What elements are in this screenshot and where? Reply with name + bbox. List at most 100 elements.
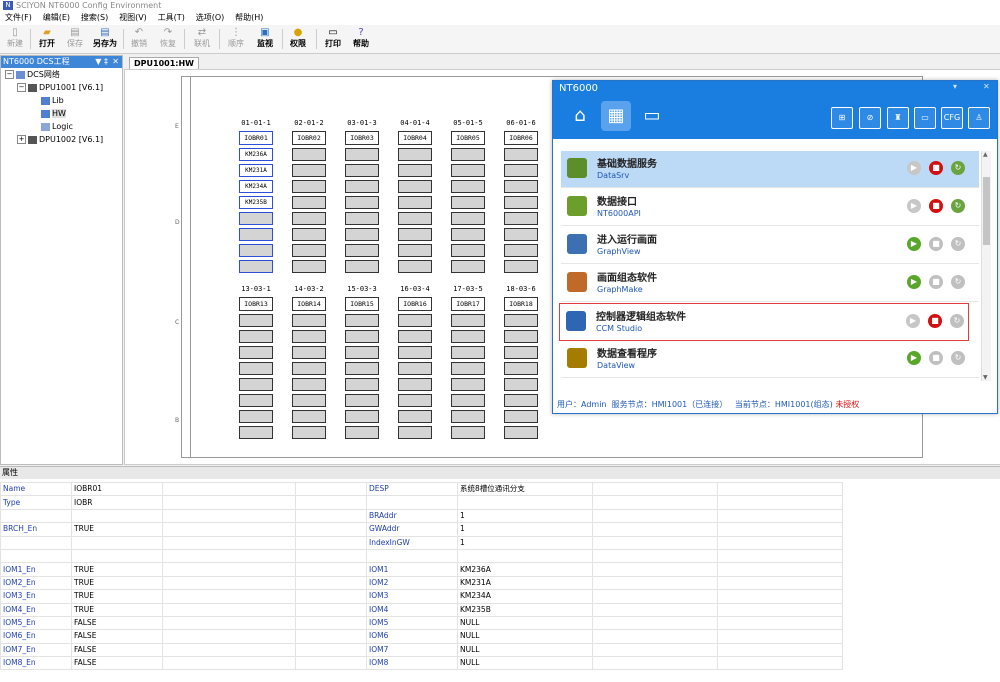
io-slot[interactable] bbox=[345, 330, 379, 343]
property-value[interactable]: TRUE bbox=[71, 522, 163, 537]
service-item[interactable]: 进入运行画面 GraphView ▶ ■ ↻ bbox=[561, 227, 979, 264]
property-row[interactable]: IndexInGW 1 bbox=[0, 535, 843, 550]
property-row[interactable]: IOM3_En TRUE IOM3 KM234A bbox=[0, 589, 843, 604]
io-slot[interactable] bbox=[451, 346, 485, 359]
io-slot[interactable] bbox=[345, 260, 379, 273]
property-row[interactable]: Type IOBR bbox=[0, 495, 843, 510]
stop-icon[interactable]: ■ bbox=[929, 161, 943, 175]
io-slot[interactable] bbox=[345, 228, 379, 241]
io-slot[interactable] bbox=[292, 180, 326, 193]
io-slot[interactable] bbox=[398, 244, 432, 257]
rack-head-module[interactable]: IOBR02 bbox=[292, 131, 326, 145]
property-value[interactable]: KM234A bbox=[457, 589, 593, 604]
stop-icon[interactable]: ■ bbox=[928, 314, 942, 328]
property-row[interactable]: BRCH_En TRUE GWAddr 1 bbox=[0, 522, 843, 537]
undo-button[interactable]: ↶ 撤销 bbox=[126, 27, 152, 51]
io-slot[interactable] bbox=[292, 148, 326, 161]
menu-help[interactable]: 帮助(H) bbox=[230, 11, 266, 25]
property-value[interactable]: 系统8槽位通讯分支 bbox=[457, 481, 593, 497]
property-value[interactable]: FALSE bbox=[71, 642, 163, 658]
io-slot[interactable] bbox=[292, 164, 326, 177]
sequence-button[interactable]: ⋮ 顺序 bbox=[223, 27, 249, 51]
service-item[interactable]: 基础数据服务 DataSrv ▶ ■ ↻ bbox=[561, 151, 979, 188]
menu-tools[interactable]: 工具(T) bbox=[153, 11, 188, 25]
minimize-icon[interactable]: ▾ bbox=[953, 82, 957, 91]
io-slot[interactable] bbox=[239, 244, 273, 257]
io-slot[interactable] bbox=[292, 196, 326, 209]
io-slot[interactable] bbox=[345, 180, 379, 193]
io-slot[interactable] bbox=[292, 394, 326, 407]
monitor-button[interactable]: ▣ 监视 bbox=[252, 27, 278, 51]
service-item[interactable]: 数据接口 NT6000API ▶ ■ ↻ bbox=[561, 189, 979, 226]
property-value[interactable]: TRUE bbox=[71, 589, 163, 604]
property-row[interactable]: IOM8_En FALSE IOM8 NULL bbox=[0, 656, 843, 671]
io-slot[interactable] bbox=[345, 314, 379, 327]
io-slot[interactable] bbox=[239, 212, 273, 225]
mute-icon[interactable]: ⊘ bbox=[859, 107, 881, 129]
service-item[interactable]: 控制器逻辑组态软件 CCM Studio ▶ ■ ↻ bbox=[559, 303, 969, 341]
tree-node-lib[interactable]: Lib bbox=[41, 95, 64, 107]
property-value[interactable]: 1 bbox=[457, 522, 593, 537]
io-slot[interactable] bbox=[398, 378, 432, 391]
permission-button[interactable]: ● 权限 bbox=[285, 27, 311, 51]
io-slot[interactable] bbox=[451, 426, 485, 439]
io-slot[interactable] bbox=[504, 260, 538, 273]
save-as-button[interactable]: ▤ 另存为 bbox=[92, 27, 118, 51]
home-icon[interactable]: ⌂ bbox=[565, 101, 595, 131]
menu-edit[interactable]: 编辑(E) bbox=[38, 11, 73, 25]
start-icon[interactable]: ▶ bbox=[907, 237, 921, 251]
menu-file[interactable]: 文件(F) bbox=[0, 11, 35, 25]
io-slot[interactable] bbox=[239, 260, 273, 273]
io-slot[interactable] bbox=[239, 346, 273, 359]
io-slot[interactable] bbox=[504, 426, 538, 439]
io-slot[interactable] bbox=[504, 394, 538, 407]
io-rack[interactable]: 15-03-3 IOBR15 bbox=[345, 285, 379, 442]
menu-options[interactable]: 选项(O) bbox=[191, 11, 228, 25]
monitor-icon[interactable]: ▭ bbox=[637, 101, 667, 131]
property-row[interactable]: IOM4_En TRUE IOM4 KM235B bbox=[0, 602, 843, 617]
restart-icon[interactable]: ↻ bbox=[950, 314, 964, 328]
property-row[interactable]: IOM6_En FALSE IOM6 NULL bbox=[0, 629, 843, 644]
io-slot[interactable] bbox=[398, 346, 432, 359]
io-slot[interactable] bbox=[239, 330, 273, 343]
io-slot[interactable] bbox=[504, 378, 538, 391]
io-rack[interactable]: 02-01-2 IOBR02 bbox=[292, 119, 326, 276]
rack-head-module[interactable]: IOBR03 bbox=[345, 131, 379, 145]
start-icon[interactable]: ▶ bbox=[907, 161, 921, 175]
io-slot[interactable] bbox=[345, 244, 379, 257]
rack-head-module[interactable]: IOBR18 bbox=[504, 297, 538, 311]
io-slot[interactable] bbox=[292, 314, 326, 327]
io-slot[interactable] bbox=[345, 164, 379, 177]
io-slot[interactable] bbox=[504, 314, 538, 327]
rack-head-module[interactable]: IOBR13 bbox=[239, 297, 273, 311]
io-rack[interactable]: 17-03-5 IOBR17 bbox=[451, 285, 485, 442]
property-value[interactable] bbox=[71, 535, 163, 550]
io-rack[interactable]: 01-01-1 IOBR01 KM236A KM231A KM234A KM235B bbox=[239, 119, 273, 276]
io-slot[interactable] bbox=[345, 378, 379, 391]
io-slot[interactable] bbox=[504, 346, 538, 359]
rack-head-module[interactable]: IOBR15 bbox=[345, 297, 379, 311]
print-button[interactable]: ▭ 打印 bbox=[320, 27, 346, 51]
io-slot[interactable] bbox=[398, 410, 432, 423]
stop-icon[interactable]: ■ bbox=[929, 199, 943, 213]
io-slot[interactable] bbox=[292, 378, 326, 391]
io-slot[interactable] bbox=[239, 314, 273, 327]
io-slot[interactable]: KM231A bbox=[239, 164, 273, 177]
io-slot[interactable] bbox=[504, 330, 538, 343]
io-slot[interactable] bbox=[292, 362, 326, 375]
new-button[interactable]: ▯ 新建 bbox=[2, 27, 28, 51]
io-slot[interactable] bbox=[398, 426, 432, 439]
io-slot[interactable] bbox=[504, 410, 538, 423]
io-slot[interactable] bbox=[345, 148, 379, 161]
restart-icon[interactable]: ↻ bbox=[951, 199, 965, 213]
user-icon[interactable]: ♙ bbox=[968, 107, 990, 129]
property-value[interactable] bbox=[71, 548, 163, 564]
io-slot[interactable] bbox=[398, 148, 432, 161]
property-value[interactable]: KM235B bbox=[457, 602, 593, 617]
io-slot[interactable] bbox=[239, 426, 273, 439]
stop-icon[interactable]: ■ bbox=[929, 275, 943, 289]
service-item[interactable]: 数据查看程序 DataView ▶ ■ ↻ bbox=[561, 341, 979, 378]
io-slot[interactable] bbox=[398, 212, 432, 225]
property-value[interactable]: 1 bbox=[457, 508, 593, 524]
io-slot[interactable] bbox=[504, 212, 538, 225]
